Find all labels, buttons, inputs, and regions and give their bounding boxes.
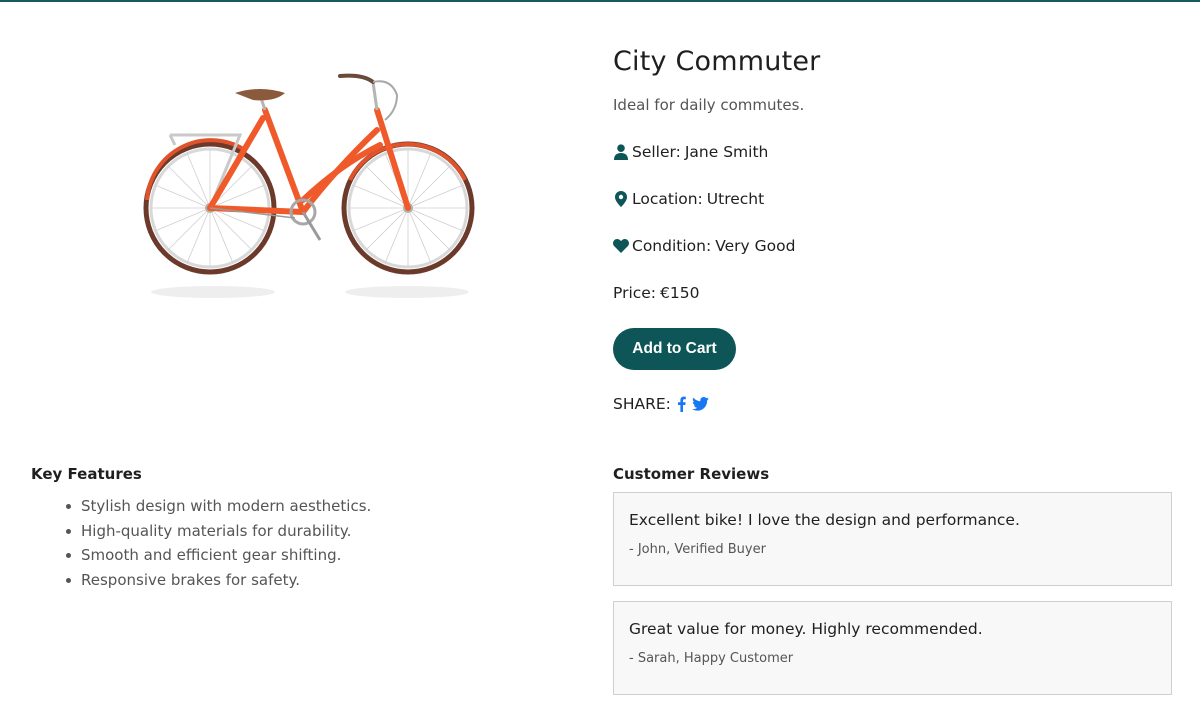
review-text: Great value for money. Highly recommende… xyxy=(629,620,983,638)
feature-item: High-quality materials for durability. xyxy=(66,519,571,544)
seller-label: Seller: xyxy=(632,143,681,161)
price-value: €150 xyxy=(660,284,700,302)
customer-reviews-title: Customer Reviews xyxy=(613,465,770,483)
top-rule xyxy=(0,0,1200,2)
location-label: Location: xyxy=(632,190,703,208)
price-label: Price: xyxy=(613,284,657,302)
product-image xyxy=(135,60,485,300)
condition-row: Condition: Very Good xyxy=(613,236,1173,256)
feature-item: Stylish design with modern aesthetics. xyxy=(66,494,571,519)
product-subtitle: Ideal for daily commutes. xyxy=(613,96,805,114)
product-title: City Commuter xyxy=(613,46,821,77)
condition-value: Very Good xyxy=(715,237,796,255)
location-value: Utrecht xyxy=(706,190,765,208)
location-row: Location: Utrecht xyxy=(613,189,1173,209)
product-details: City Commuter Ideal for daily commutes. … xyxy=(613,44,1173,414)
map-pin-icon xyxy=(613,191,629,207)
bicycle-illustration xyxy=(143,73,475,298)
seller-row: Seller: Jane Smith xyxy=(613,142,1173,162)
review-author: - John, Verified Buyer xyxy=(629,542,766,557)
customer-reviews-section: Customer Reviews Excellent bike! I love … xyxy=(613,464,1173,695)
feature-item: Responsive brakes for safety. xyxy=(66,568,571,593)
review-author: - Sarah, Happy Customer xyxy=(629,651,794,666)
add-to-cart-button[interactable]: Add to Cart xyxy=(613,328,736,370)
share-row: SHARE: xyxy=(613,394,1173,414)
facebook-icon xyxy=(677,396,686,412)
user-icon xyxy=(613,144,629,160)
condition-label: Condition: xyxy=(632,237,712,255)
facebook-share-link[interactable] xyxy=(677,395,686,413)
key-features-title: Key Features xyxy=(31,465,142,483)
twitter-share-link[interactable] xyxy=(691,395,709,413)
price-row: Price: €150 xyxy=(613,283,1173,303)
feature-list: Stylish design with modern aesthetics. H… xyxy=(31,494,571,592)
seller-value: Jane Smith xyxy=(684,143,769,161)
review-card: Excellent bike! I love the design and pe… xyxy=(613,492,1172,586)
key-features-section: Key Features Stylish design with modern … xyxy=(31,464,571,592)
feature-item: Smooth and efficient gear shifting. xyxy=(66,543,571,568)
review-card: Great value for money. Highly recommende… xyxy=(613,601,1172,695)
share-label: SHARE: xyxy=(613,395,671,413)
heart-icon xyxy=(613,238,629,254)
twitter-icon xyxy=(691,397,709,411)
review-text: Excellent bike! I love the design and pe… xyxy=(629,511,1020,529)
